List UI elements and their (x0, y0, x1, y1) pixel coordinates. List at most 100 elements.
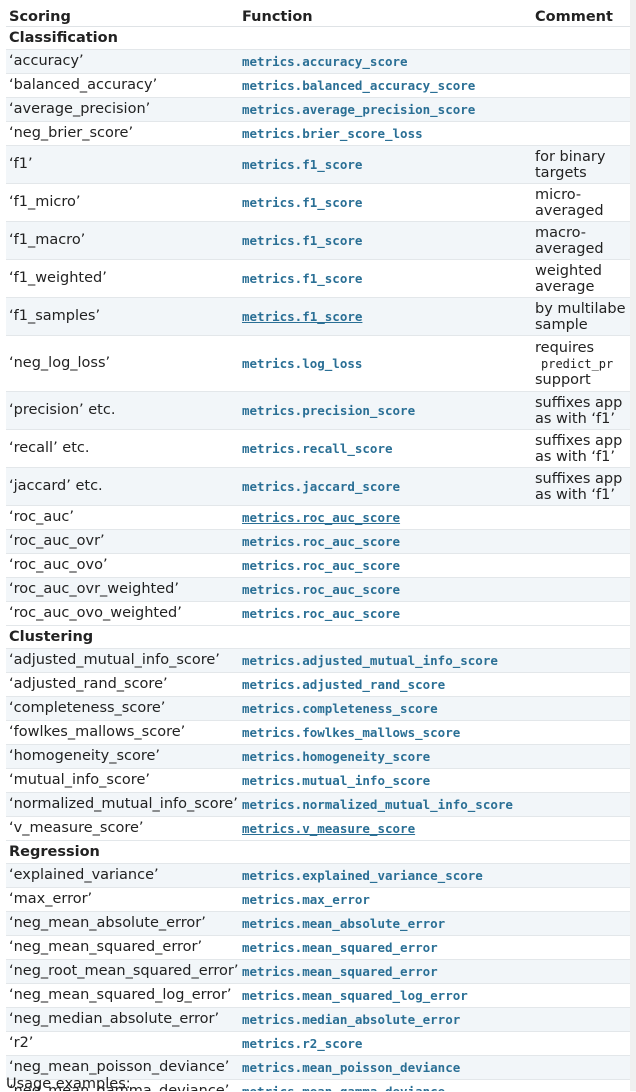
comment-cell (529, 816, 636, 841)
function-cell: metrics.v_measure_score (239, 816, 529, 841)
function-link[interactable]: metrics.median_absolute_error (242, 1012, 460, 1027)
function-link[interactable]: metrics.f1_score (242, 195, 362, 210)
table-row: ‘neg_mean_squared_error’ metrics.mean_squ… (6, 935, 636, 960)
function-link[interactable]: metrics.balanced_accuracy_score (242, 78, 475, 93)
function-cell: metrics.jaccard_score (239, 467, 529, 506)
scoring-table: Scoring Function Comment Classification ‘… (6, 4, 636, 1091)
comment-line: targets (535, 164, 587, 181)
comment-text: for binary targets (535, 149, 625, 181)
table-row: ‘f1_samples’ metrics.f1_score by multilabe… (6, 297, 636, 336)
function-link[interactable]: metrics.recall_score (242, 441, 393, 456)
function-link[interactable]: metrics.roc_auc_score (242, 606, 400, 621)
comment-cell (529, 863, 636, 888)
content-area: Scoring Function Comment Classification ‘… (6, 4, 636, 1091)
comment-line: average (535, 278, 595, 295)
function-link[interactable]: metrics.fowlkes_mallows_score (242, 725, 460, 740)
function-link[interactable]: metrics.f1_score (242, 309, 362, 324)
table-row: ‘neg_mean_squared_log_error’ metrics.mean… (6, 983, 636, 1008)
function-link[interactable]: metrics.f1_score (242, 233, 362, 248)
function-link[interactable]: metrics.explained_variance_score (242, 868, 483, 883)
function-link[interactable]: metrics.mean_squared_error (242, 964, 438, 979)
table-row: ‘neg_median_absolute_error’ metrics.media… (6, 1007, 636, 1032)
scoring-cell: ‘precision’ etc. (6, 391, 239, 430)
function-cell: metrics.normalized_mutual_info_score (239, 792, 529, 817)
comment-cell: macro-averaged (529, 221, 636, 260)
function-link[interactable]: metrics.r2_score (242, 1036, 362, 1051)
function-link[interactable]: metrics.max_error (242, 892, 370, 907)
function-link[interactable]: metrics.precision_score (242, 403, 415, 418)
comment-line: as with ‘f1’ (535, 486, 615, 503)
comment-line: suffixes app (535, 432, 623, 449)
function-link[interactable]: metrics.log_loss (242, 356, 362, 371)
function-cell: metrics.roc_auc_score (239, 601, 529, 626)
header-scoring: Scoring (6, 4, 239, 27)
function-cell: metrics.brier_score_loss (239, 121, 529, 146)
table-body: Classification ‘accuracy’ metrics.accuracy… (6, 26, 636, 1091)
table-row: ‘neg_mean_absolute_error’ metrics.mean_ab… (6, 911, 636, 936)
comment-text: suffixes app as with ‘f1’ (535, 395, 625, 427)
function-link[interactable]: metrics.completeness_score (242, 701, 438, 716)
function-cell: metrics.max_error (239, 887, 529, 912)
comment-text: weighted average (535, 263, 625, 295)
function-cell: metrics.accuracy_score (239, 49, 529, 74)
function-link[interactable]: metrics.adjusted_mutual_info_score (242, 653, 498, 668)
vertical-scrollbar[interactable] (630, 0, 636, 1091)
scoring-cell: ‘f1_weighted’ (6, 259, 239, 298)
function-link[interactable]: metrics.roc_auc_score (242, 582, 400, 597)
function-link[interactable]: metrics.jaccard_score (242, 479, 400, 494)
table-row: ‘average_precision’ metrics.average_preci… (6, 97, 636, 122)
comment-text: requires predict_pr support (535, 340, 625, 388)
table-row: ‘v_measure_score’ metrics.v_measure_score (6, 816, 636, 841)
function-link[interactable]: metrics.roc_auc_score (242, 534, 400, 549)
function-cell: metrics.mean_squared_log_error (239, 983, 529, 1008)
scoring-cell: ‘max_error’ (6, 887, 239, 912)
section-title: Clustering (6, 625, 636, 649)
function-link[interactable]: metrics.f1_score (242, 271, 362, 286)
function-cell: metrics.precision_score (239, 391, 529, 430)
function-cell: metrics.fowlkes_mallows_score (239, 720, 529, 745)
table-row: ‘recall’ etc. metrics.recall_score suffixe… (6, 429, 636, 468)
function-cell: metrics.roc_auc_score (239, 553, 529, 578)
comment-line: suffixes app (535, 470, 623, 487)
comment-cell: weighted average (529, 259, 636, 298)
function-link[interactable]: metrics.v_measure_score (242, 821, 415, 836)
scoring-cell: ‘roc_auc_ovr_weighted’ (6, 577, 239, 602)
function-link[interactable]: metrics.f1_score (242, 157, 362, 172)
function-link[interactable]: metrics.mean_squared_error (242, 940, 438, 955)
table-row: ‘completeness_score’ metrics.completeness… (6, 696, 636, 721)
comment-line: averaged (535, 202, 604, 219)
function-cell: metrics.f1_score (239, 259, 529, 298)
comment-line: averaged (535, 240, 604, 257)
header-comment: Comment (529, 4, 636, 27)
comment-cell: for binary targets (529, 145, 636, 184)
table-row: ‘adjusted_rand_score’ metrics.adjusted_ra… (6, 672, 636, 697)
scoring-cell: ‘fowlkes_mallows_score’ (6, 720, 239, 745)
comment-cell (529, 720, 636, 745)
function-link[interactable]: metrics.average_precision_score (242, 102, 475, 117)
section-title: Classification (6, 26, 636, 50)
comment-line: support (535, 371, 591, 388)
function-link[interactable]: metrics.normalized_mutual_info_score (242, 797, 513, 812)
function-link[interactable]: metrics.mutual_info_score (242, 773, 430, 788)
table-row: ‘f1_micro’ metrics.f1_score micro-averaged (6, 183, 636, 222)
section-row: Clustering (6, 625, 636, 649)
function-link[interactable]: metrics.roc_auc_score (242, 510, 400, 525)
function-link[interactable]: metrics.roc_auc_score (242, 558, 400, 573)
function-link[interactable]: metrics.homogeneity_score (242, 749, 430, 764)
function-link[interactable]: metrics.mean_gamma_deviance (242, 1084, 445, 1091)
table-row: ‘normalized_mutual_info_score’ metrics.no… (6, 792, 636, 817)
function-cell: metrics.log_loss (239, 335, 529, 392)
function-link[interactable]: metrics.brier_score_loss (242, 126, 423, 141)
table-row: ‘f1_macro’ metrics.f1_score macro-averaged (6, 221, 636, 260)
function-link[interactable]: metrics.mean_squared_log_error (242, 988, 468, 1003)
table-row: ‘neg_root_mean_squared_error’ metrics.mea… (6, 959, 636, 984)
comment-text: macro-averaged (535, 225, 625, 257)
function-cell: metrics.average_precision_score (239, 97, 529, 122)
table-row: ‘precision’ etc. metrics.precision_score s… (6, 391, 636, 430)
function-link[interactable]: metrics.adjusted_rand_score (242, 677, 445, 692)
function-link[interactable]: metrics.accuracy_score (242, 54, 408, 69)
function-link[interactable]: metrics.mean_poisson_deviance (242, 1060, 460, 1075)
comment-cell: requires predict_pr support (529, 335, 636, 392)
table-row: ‘adjusted_mutual_info_score’ metrics.adju… (6, 648, 636, 673)
function-link[interactable]: metrics.mean_absolute_error (242, 916, 445, 931)
